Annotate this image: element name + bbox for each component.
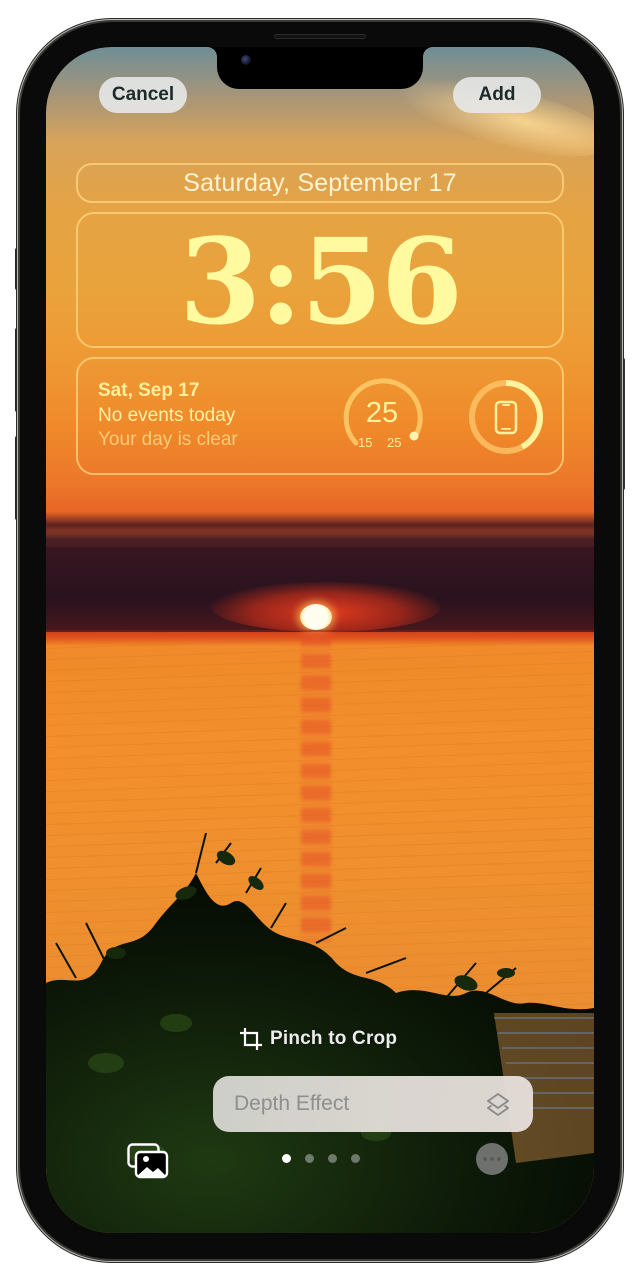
depth-effect-button[interactable]: Depth Effect — [213, 1076, 533, 1132]
more-options-button[interactable] — [476, 1143, 508, 1175]
layers-icon — [487, 1093, 509, 1116]
widgets-slot[interactable]: Sat, Sep 17 No events today Your day is … — [76, 357, 564, 475]
front-camera — [241, 55, 251, 65]
notch — [207, 47, 433, 89]
gauge-indicator — [409, 431, 419, 441]
cloud-band — [46, 512, 594, 534]
pinch-to-crop-label: Pinch to Crop — [270, 1028, 398, 1049]
weather-low-temp: 15 — [358, 435, 373, 450]
battery-widget[interactable] — [466, 377, 546, 457]
clock-slot[interactable]: 3:56 — [76, 212, 564, 348]
battery-ring — [469, 380, 543, 454]
weather-current-temp: 25 — [365, 397, 399, 429]
date-widget-slot[interactable]: Saturday, September 17 — [76, 163, 564, 203]
sun — [300, 604, 332, 630]
page-dot-active[interactable] — [282, 1154, 291, 1163]
calendar-events: No events today — [98, 405, 236, 426]
weather-widget[interactable]: 25 15 25 — [343, 377, 425, 455]
crop-icon — [240, 1028, 262, 1050]
page-dot[interactable] — [328, 1154, 337, 1163]
lock-screen-time: 3:56 — [179, 212, 463, 351]
page-indicator[interactable] — [282, 1154, 360, 1163]
add-button[interactable]: Add — [453, 77, 541, 113]
page-dot[interactable] — [305, 1154, 314, 1163]
cancel-button[interactable]: Cancel — [99, 77, 187, 113]
depth-effect-label: Depth Effect — [234, 1092, 350, 1115]
calendar-subtitle: Your day is clear — [98, 429, 238, 450]
pinch-to-crop-hint: Pinch to Crop — [240, 1028, 397, 1050]
lock-screen-date: Saturday, September 17 — [183, 168, 457, 197]
earpiece-speaker — [274, 34, 366, 39]
weather-high-temp: 25 — [387, 435, 402, 450]
ellipsis-dot — [497, 1157, 501, 1161]
calendar-widget[interactable]: Sat, Sep 17 No events today Your day is … — [98, 379, 238, 452]
ellipsis-dot — [490, 1157, 494, 1161]
photo-library-icon — [127, 1143, 169, 1179]
ellipsis-dot — [483, 1157, 487, 1161]
photo-library-button[interactable] — [127, 1143, 169, 1179]
calendar-date: Sat, Sep 17 — [98, 380, 200, 401]
iphone-icon — [494, 400, 518, 435]
page-dot[interactable] — [351, 1154, 360, 1163]
